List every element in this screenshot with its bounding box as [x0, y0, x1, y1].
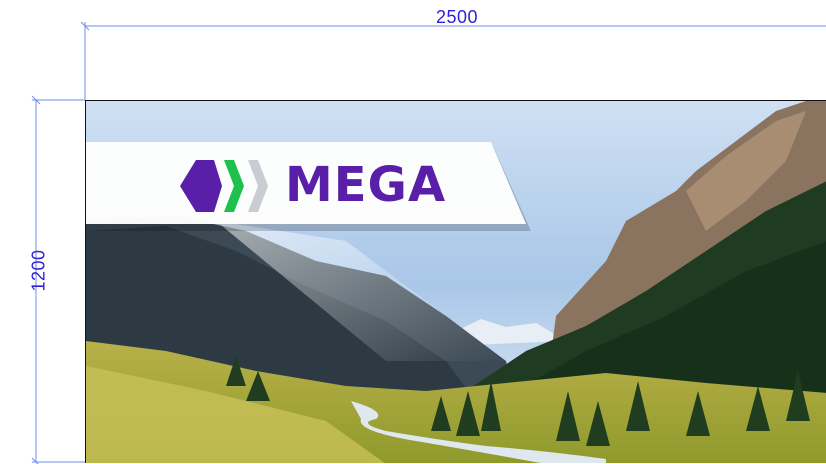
logo-hexagon: [180, 160, 222, 212]
height-dimension-label: 1200: [28, 249, 49, 292]
logo-chevron-green: [224, 160, 244, 212]
mega-logo-mark: [180, 160, 268, 212]
brand-wordmark: MEGA: [285, 157, 447, 213]
logo-chevron-gray: [248, 160, 268, 212]
billboard-banner: MEGA: [85, 100, 826, 463]
width-dimension-label: 2500: [436, 7, 479, 27]
